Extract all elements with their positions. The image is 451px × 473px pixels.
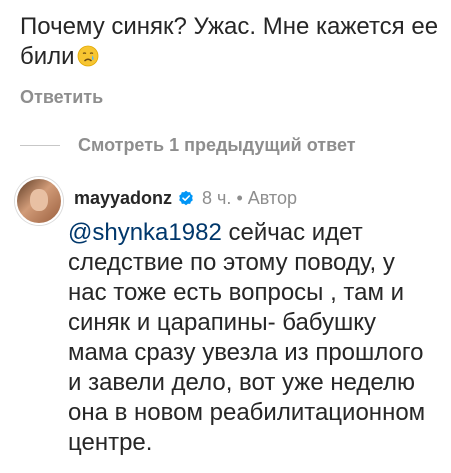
reply-header: mayyadonz 8 ч. • Автор	[74, 187, 297, 209]
separator-dot: •	[236, 187, 243, 208]
reply-button[interactable]: Ответить	[20, 87, 103, 108]
avatar[interactable]	[15, 177, 63, 225]
comments-screen: Почему синяк? Ужас. Мне кажется ее били …	[0, 0, 451, 473]
thread-line	[20, 144, 60, 146]
reply-time: 8 ч.	[202, 187, 232, 208]
verified-badge-icon	[179, 190, 193, 206]
view-previous-replies-label[interactable]: Смотреть 1 предыдущий ответ	[78, 135, 356, 156]
view-previous-replies[interactable]: Смотреть 1 предыдущий ответ	[20, 133, 356, 157]
mention-link[interactable]: @shynka1982	[68, 219, 222, 246]
parent-comment-text: Почему синяк? Ужас. Мне кажется ее били	[20, 12, 440, 72]
crying-face-icon	[77, 45, 98, 67]
username[interactable]: mayyadonz	[74, 188, 172, 209]
author-label: Автор	[247, 187, 297, 208]
reply-body: сейчас идет следствие по этому поводу, у…	[68, 219, 426, 456]
reply-text: @shynka1982 сейчас идет следствие по это…	[68, 218, 440, 458]
